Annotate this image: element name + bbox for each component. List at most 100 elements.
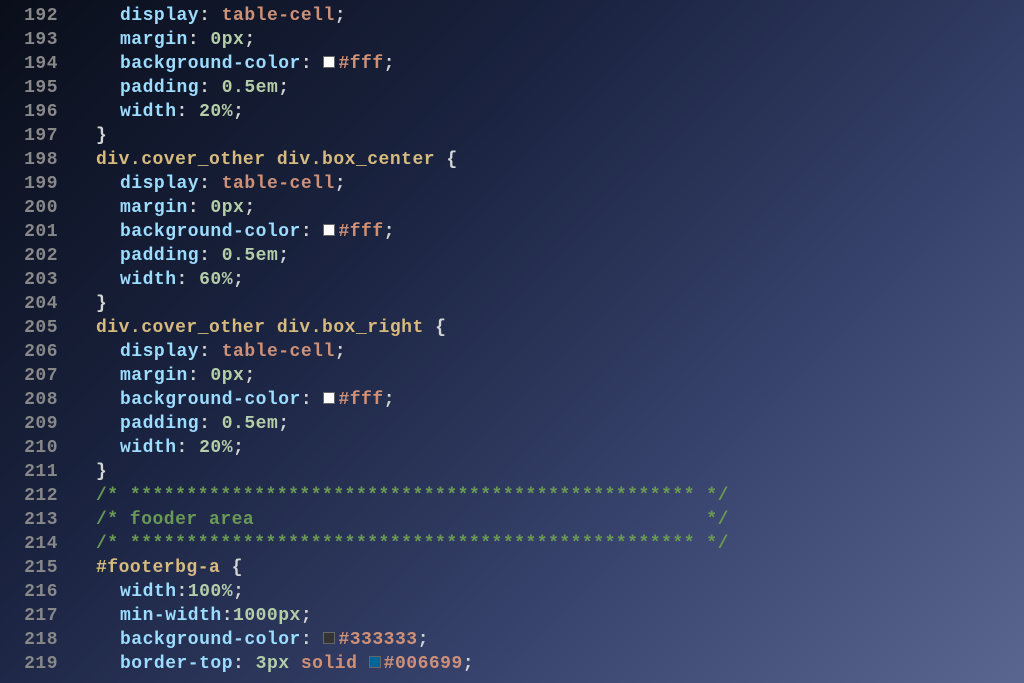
code-line[interactable]: min-width:1000px; [72, 604, 1024, 628]
code-line[interactable]: /* *************************************… [72, 484, 1024, 508]
code-line[interactable]: margin: 0px; [72, 28, 1024, 52]
token-punct: ; [233, 102, 244, 122]
token-prop: width [120, 438, 177, 458]
token-prop: padding [120, 414, 199, 434]
color-swatch-icon [323, 632, 335, 644]
code-line[interactable]: margin: 0px; [72, 364, 1024, 388]
token-hex: #fff [338, 222, 383, 242]
code-line[interactable]: /* *************************************… [72, 532, 1024, 556]
token-punct: : [199, 414, 222, 434]
code-line[interactable]: } [72, 460, 1024, 484]
token-num: 0.5em [222, 414, 279, 434]
color-swatch-icon [323, 56, 335, 68]
token-prop: background-color [120, 390, 301, 410]
token-punct: ; [335, 174, 346, 194]
code-line[interactable]: #footerbg-a { [72, 556, 1024, 580]
token-punct: : [188, 198, 211, 218]
line-number: 198 [0, 148, 58, 172]
line-number: 203 [0, 268, 58, 292]
code-line[interactable]: width: 60%; [72, 268, 1024, 292]
code-line[interactable]: background-color: #fff; [72, 388, 1024, 412]
color-swatch-icon [369, 656, 381, 668]
line-number: 199 [0, 172, 58, 196]
token-num: 0px [210, 30, 244, 50]
token-prop: width [120, 582, 177, 602]
line-number: 201 [0, 220, 58, 244]
token-prop: margin [120, 366, 188, 386]
token-punct: : [199, 174, 222, 194]
token-num: 20% [199, 102, 233, 122]
code-line[interactable]: padding: 0.5em; [72, 244, 1024, 268]
token-punct: : [233, 654, 256, 674]
token-prop: min-width [120, 606, 222, 626]
token-punct: { [232, 558, 243, 578]
token-punct: : [199, 246, 222, 266]
line-number: 219 [0, 652, 58, 676]
token-punct: ; [278, 246, 289, 266]
line-number: 209 [0, 412, 58, 436]
token-punct: } [96, 126, 107, 146]
token-punct: ; [233, 438, 244, 458]
line-number: 195 [0, 76, 58, 100]
code-area[interactable]: display: table-cell;margin: 0px;backgrou… [72, 4, 1024, 676]
code-line[interactable]: border-top: 3px solid #006699; [72, 652, 1024, 676]
token-punct: ; [463, 654, 474, 674]
code-line[interactable]: background-color: #333333; [72, 628, 1024, 652]
code-line[interactable]: width:100%; [72, 580, 1024, 604]
code-line[interactable]: display: table-cell; [72, 340, 1024, 364]
token-punct: : [188, 366, 211, 386]
token-punct: ; [244, 30, 255, 50]
token-punct: { [435, 318, 446, 338]
code-line[interactable]: display: table-cell; [72, 172, 1024, 196]
token-num: 100% [188, 582, 233, 602]
token-prop: border-top [120, 654, 233, 674]
code-line[interactable]: width: 20%; [72, 100, 1024, 124]
token-prop: padding [120, 78, 199, 98]
line-number: 210 [0, 436, 58, 460]
token-punct: : [188, 30, 211, 50]
code-line[interactable]: padding: 0.5em; [72, 412, 1024, 436]
token-val: table-cell [222, 174, 335, 194]
token-punct: ; [278, 414, 289, 434]
line-number: 193 [0, 28, 58, 52]
token-punct: ; [278, 78, 289, 98]
line-number-gutter: 1921931941951961971981992002012022032042… [0, 4, 72, 676]
token-num: 60% [199, 270, 233, 290]
code-line[interactable]: } [72, 124, 1024, 148]
token-comment: /* fooder area */ [96, 510, 729, 530]
code-line[interactable]: div.cover_other div.box_center { [72, 148, 1024, 172]
line-number: 192 [0, 4, 58, 28]
code-line[interactable]: } [72, 292, 1024, 316]
token-prop: display [120, 174, 199, 194]
token-punct: : [301, 630, 324, 650]
color-swatch-icon [323, 224, 335, 236]
token-prop: display [120, 6, 199, 26]
token-id: #footerbg-a [96, 558, 232, 578]
line-number: 207 [0, 364, 58, 388]
token-punct: ; [244, 198, 255, 218]
token-prop: width [120, 102, 177, 122]
code-line[interactable]: background-color: #fff; [72, 52, 1024, 76]
token-punct: : [177, 582, 188, 602]
token-punct: ; [233, 582, 244, 602]
token-prop: display [120, 342, 199, 362]
line-number: 194 [0, 52, 58, 76]
code-line[interactable]: div.cover_other div.box_right { [72, 316, 1024, 340]
token-punct: ; [418, 630, 429, 650]
token-hex: #fff [338, 390, 383, 410]
code-line[interactable]: display: table-cell; [72, 4, 1024, 28]
code-line[interactable]: margin: 0px; [72, 196, 1024, 220]
code-line[interactable]: width: 20%; [72, 436, 1024, 460]
code-editor[interactable]: 1921931941951961971981992002012022032042… [0, 0, 1024, 676]
line-number: 214 [0, 532, 58, 556]
token-num: 0.5em [222, 78, 279, 98]
token-hex: #333333 [338, 630, 417, 650]
line-number: 213 [0, 508, 58, 532]
code-line[interactable]: background-color: #fff; [72, 220, 1024, 244]
token-prop: margin [120, 30, 188, 50]
token-prop: width [120, 270, 177, 290]
code-line[interactable]: padding: 0.5em; [72, 76, 1024, 100]
line-number: 218 [0, 628, 58, 652]
code-line[interactable]: /* fooder area */ [72, 508, 1024, 532]
token-num: 0px [210, 366, 244, 386]
